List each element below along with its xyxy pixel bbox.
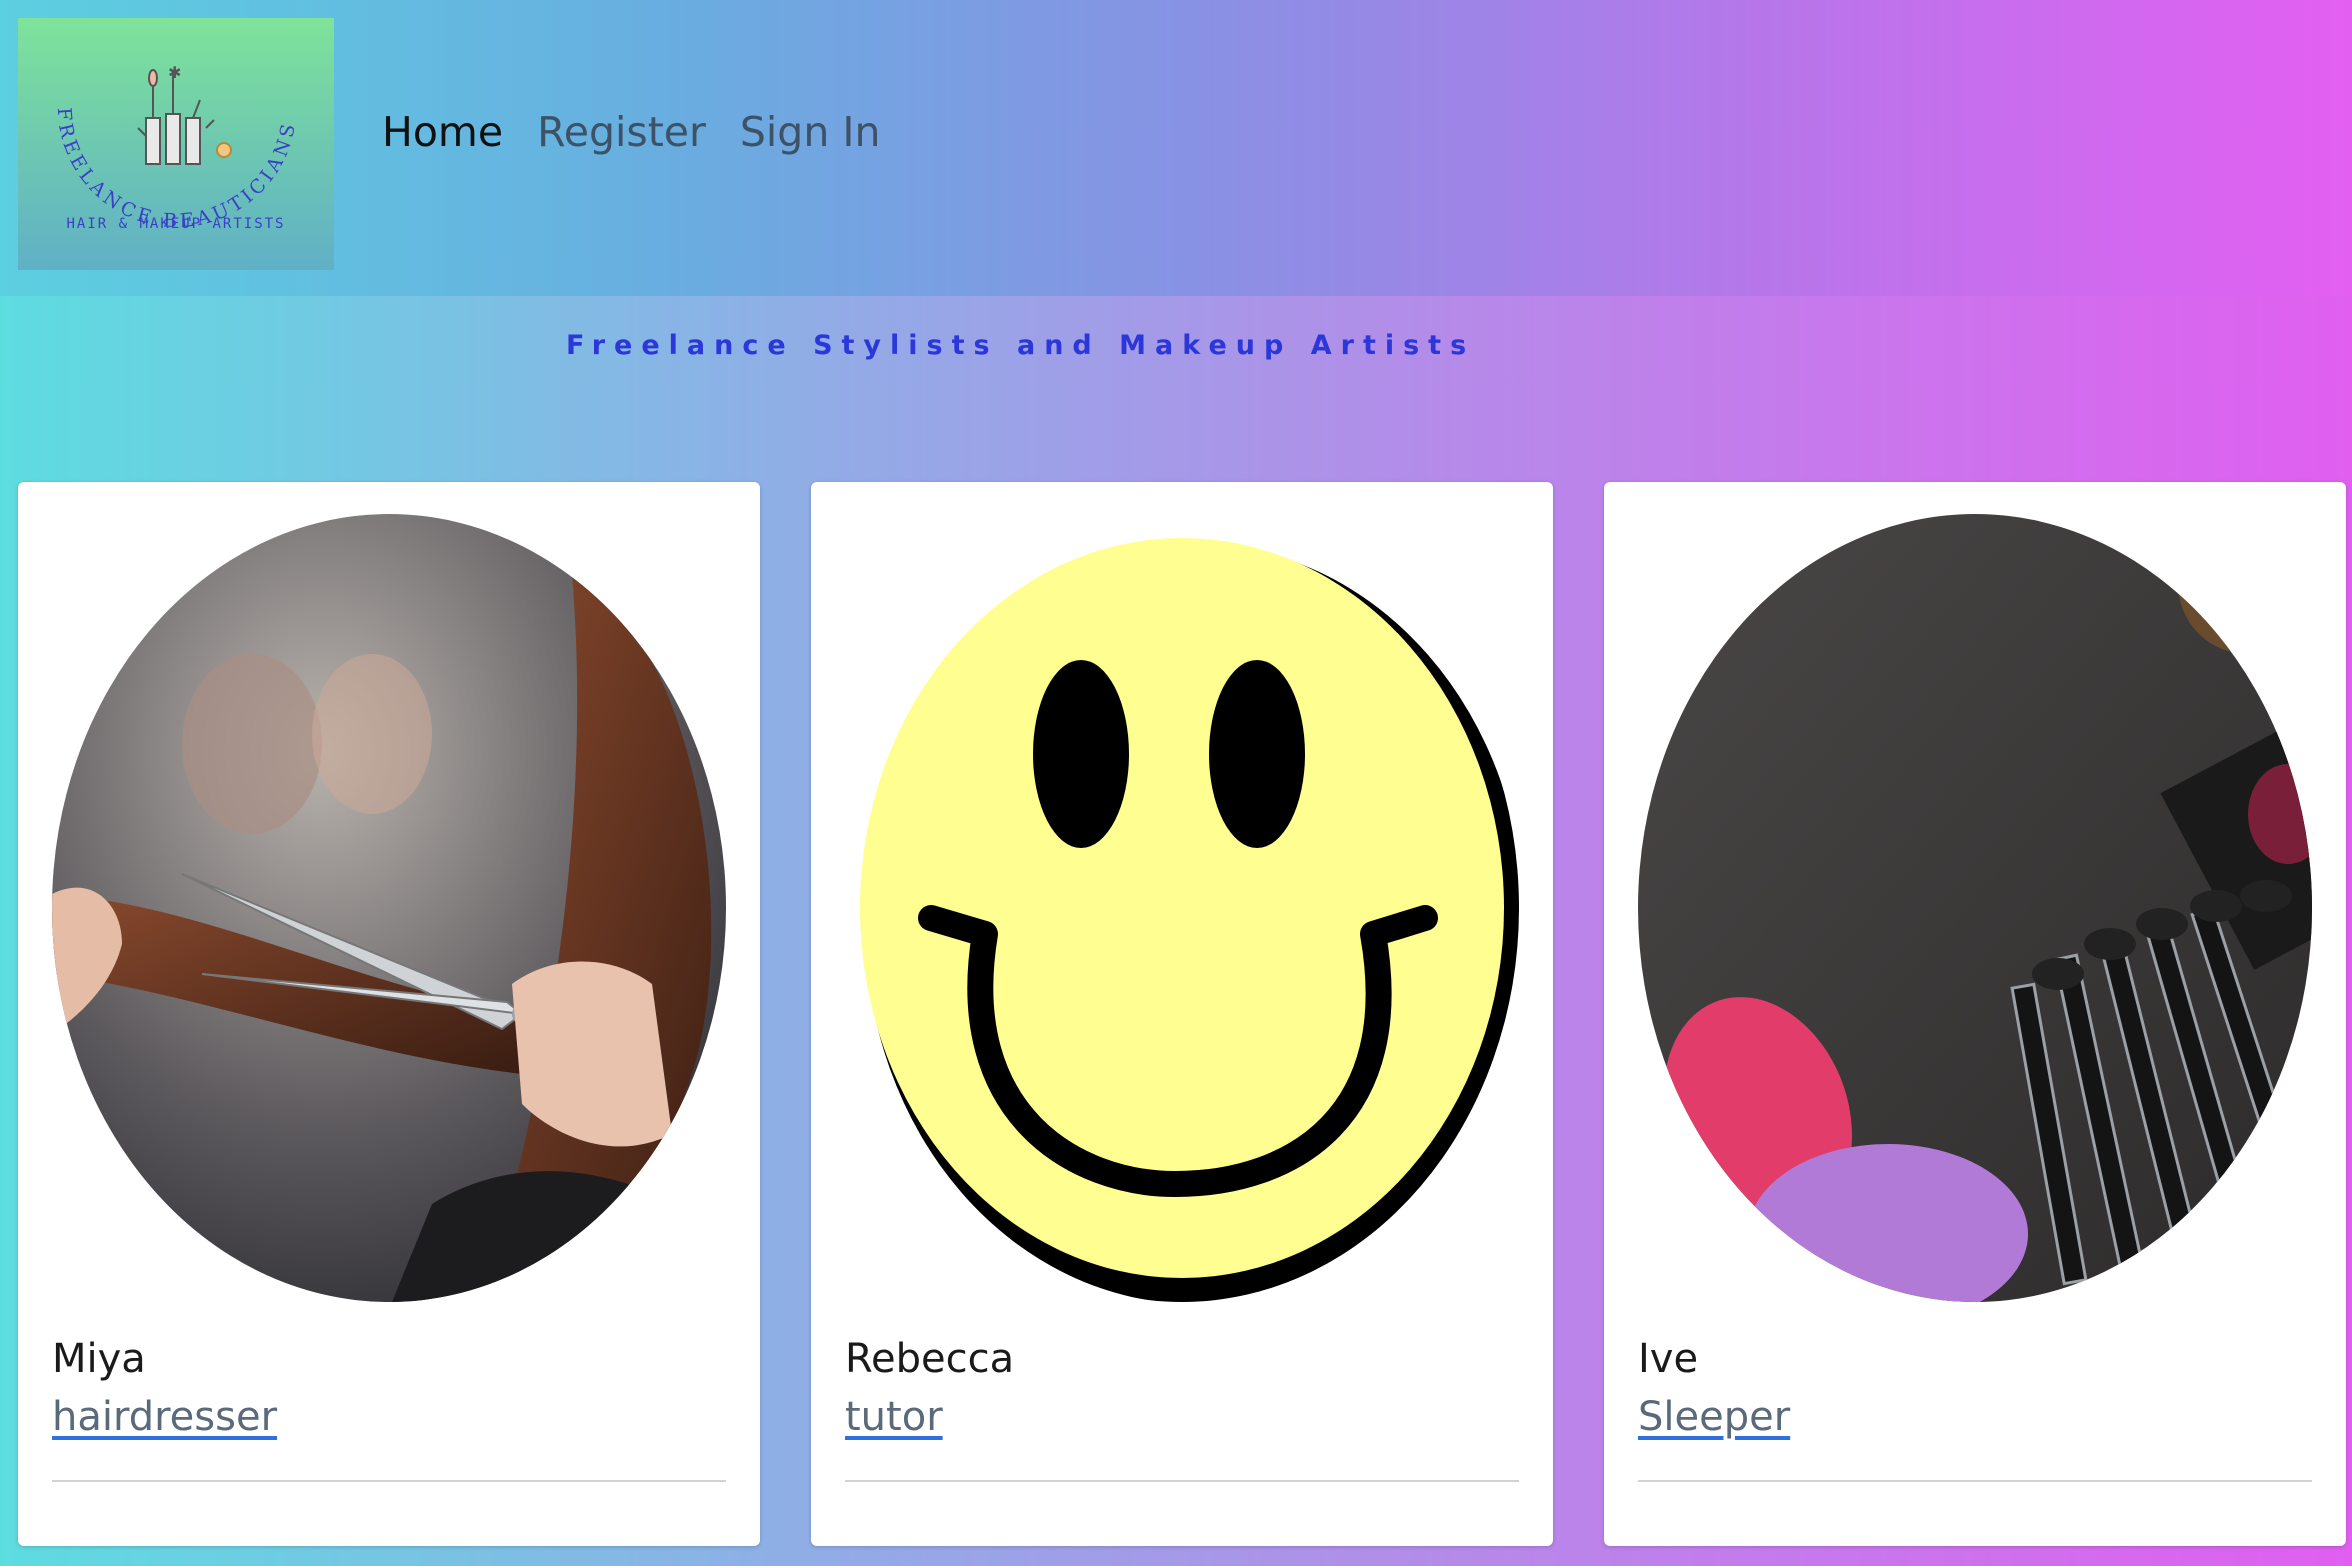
profile-name: Ive [1638,1336,1699,1382]
nav-register-link[interactable]: Register [537,112,706,153]
site-logo[interactable]: FREELANCE BEAUTICIANS ✱ HAIR & MAKEUP AR… [18,18,334,270]
site-tagline: Freelance Stylists and Makeup Artists [566,330,1476,361]
svg-text:✱: ✱ [168,63,181,82]
profile-role-link[interactable]: hairdresser [52,1394,277,1440]
profile-name: Rebecca [845,1336,1015,1382]
nav-home-link[interactable]: Home [382,112,503,153]
nav-sign-in-link[interactable]: Sign In [740,112,881,153]
profile-role-link[interactable]: tutor [845,1394,943,1440]
hair-cutting-photo-image [52,514,726,1302]
profile-photo[interactable] [52,514,726,1302]
card-divider [845,1480,1519,1482]
profile-card-miya[interactable]: Miya hairdresser [18,482,760,1546]
logo-subtitle: HAIR & MAKEUP ARTISTS [66,216,285,232]
smiley-face-icon [845,514,1519,1302]
card-divider [52,1480,726,1482]
brush-bottles-icon: ✱ [137,63,232,165]
profile-role-link[interactable]: Sleeper [1638,1394,1790,1440]
profile-photo[interactable] [845,514,1519,1302]
profile-card-rebecca[interactable]: Rebecca tutor [811,482,1553,1546]
header-bar [0,0,2352,296]
logo-graphic: FREELANCE BEAUTICIANS ✱ HAIR & MAKEUP AR… [53,63,297,232]
profile-name: Miya [52,1336,146,1382]
card-divider [1638,1480,2312,1482]
makeup-brushes-photo-image [1638,514,2312,1302]
profile-photo[interactable] [1638,514,2312,1302]
main-nav: Home Register Sign In [382,112,880,153]
profile-card-ive[interactable]: Ive Sleeper [1604,482,2346,1546]
